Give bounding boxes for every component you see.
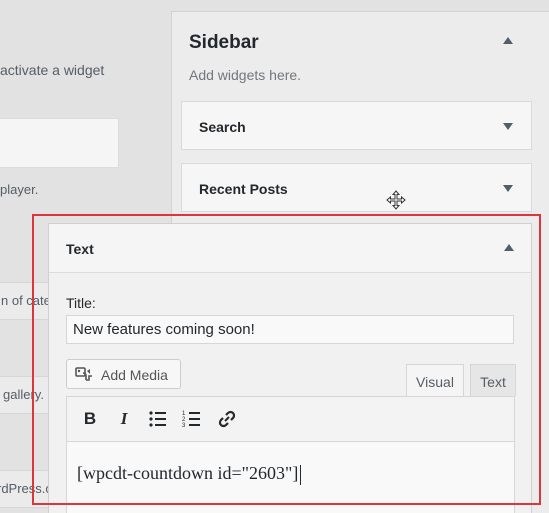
widget-search-title: Search [199, 119, 246, 135]
tab-visual-label: Visual [416, 374, 454, 390]
svg-text:3: 3 [182, 423, 186, 429]
left-widget-gallery[interactable]: gallery. [0, 376, 52, 414]
add-media-button[interactable]: Add Media [66, 359, 181, 389]
caret-up-icon[interactable] [503, 37, 513, 44]
sidebar-title[interactable]: Sidebar [189, 32, 259, 54]
text-widget-title: Text [66, 241, 94, 257]
editor-toolbar: B I 1 2 3 [66, 396, 515, 442]
sidebar-description: Add widgets here. [189, 67, 302, 83]
bold-button[interactable]: B [79, 408, 101, 430]
move-cursor-icon [386, 190, 406, 210]
editor-textarea[interactable]: [wpcdt-countdown id="2603"] [66, 441, 515, 513]
widgets-screen: activate a widget player. n of categ gal… [0, 0, 549, 513]
add-media-label: Add Media [101, 367, 168, 383]
left-widget-box[interactable] [0, 118, 119, 168]
tab-text-label: Text [480, 374, 506, 390]
text-widget-header[interactable]: Text [49, 224, 531, 273]
text-cursor [300, 464, 302, 485]
add-media-icon [75, 367, 92, 381]
left-audio-description: player. [0, 182, 39, 197]
tab-visual[interactable]: Visual [406, 364, 464, 396]
bulleted-list-icon[interactable] [147, 408, 169, 430]
left-gallery-description: gallery. [3, 387, 44, 402]
link-icon[interactable] [216, 408, 238, 430]
widget-recent-posts-title: Recent Posts [199, 181, 288, 197]
title-label: Title: [66, 295, 96, 311]
text-widget: Text Title: Add Media Visual Text B I [48, 223, 532, 513]
numbered-list-icon[interactable]: 1 2 3 [181, 408, 203, 430]
left-widget-meta[interactable]: rdPress.o [0, 470, 53, 508]
italic-button[interactable]: I [113, 408, 135, 430]
widget-recent-posts[interactable]: Recent Posts [181, 163, 532, 212]
editor-content[interactable]: [wpcdt-countdown id="2603"] [77, 463, 302, 485]
left-widget-categories[interactable]: n of categ [0, 282, 58, 320]
left-meta-description: rdPress.o [0, 481, 53, 496]
widget-search[interactable]: Search [181, 101, 532, 150]
tab-text[interactable]: Text [470, 364, 516, 396]
left-instructions-text: activate a widget [0, 62, 105, 78]
caret-down-icon[interactable] [503, 185, 513, 192]
editor-content-text: [wpcdt-countdown id="2603"] [77, 463, 299, 483]
caret-up-icon[interactable] [504, 244, 514, 251]
caret-down-icon[interactable] [503, 123, 513, 130]
title-input[interactable] [66, 315, 514, 344]
